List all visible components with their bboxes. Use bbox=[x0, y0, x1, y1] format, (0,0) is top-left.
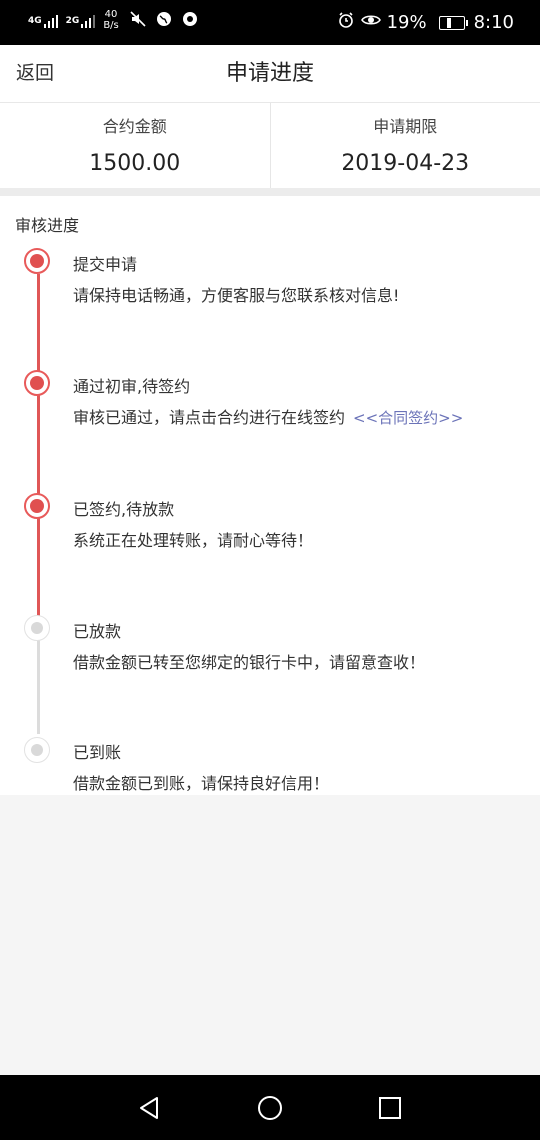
step-1-desc: 请保持电话畅通，方便客服与您联系核对信息! bbox=[73, 286, 400, 305]
step-2-desc: 审核已通过，请点击合约进行在线签约 bbox=[73, 408, 346, 427]
network-type-1: 4G bbox=[28, 16, 42, 26]
step-2-desc-row: 审核已通过，请点击合约进行在线签约 <<合同签约>> bbox=[73, 404, 463, 428]
network-speed: 40 B/s bbox=[103, 9, 118, 31]
amount-cell: 合约金额 1500.00 bbox=[0, 103, 270, 188]
step-5-pending-icon bbox=[24, 737, 50, 763]
review-progress: 审核进度 提交申请 请保持电话畅通，方便客服与您联系核对信息! 通过初审,待签约… bbox=[0, 196, 540, 795]
battery-percent: 19% bbox=[386, 12, 427, 33]
step-3-desc: 系统正在处理转账，请耐心等待！ bbox=[73, 531, 314, 550]
app-notification-icon bbox=[181, 10, 199, 32]
step-4-title: 已放款 bbox=[73, 622, 122, 641]
contract-sign-link[interactable]: <<合同签约>> bbox=[353, 409, 463, 427]
step-1-done-icon bbox=[24, 248, 50, 274]
step-4-desc: 借款金额已转至您绑定的银行卡中，请留意查收！ bbox=[73, 653, 426, 672]
network-speed-value: 40 bbox=[104, 9, 118, 20]
status-right: 19% 8:10 bbox=[331, 11, 514, 34]
recents-nav-icon[interactable] bbox=[375, 1093, 405, 1123]
eye-comfort-icon bbox=[360, 11, 381, 34]
page-title: 申请进度 bbox=[225, 61, 314, 86]
step-5-desc: 借款金额已到账，请保持良好信用！ bbox=[73, 774, 330, 793]
status-left: 4G 2G 40 B/s bbox=[28, 9, 207, 32]
clock: 8:10 bbox=[473, 12, 514, 33]
contract-summary: 合约金额 1500.00 申请期限 2019-04-23 bbox=[0, 103, 540, 188]
section-divider bbox=[0, 188, 540, 196]
back-nav-icon[interactable] bbox=[135, 1093, 165, 1123]
step-4-pending-icon bbox=[24, 615, 50, 641]
signal-icon-2 bbox=[81, 14, 96, 28]
timeline-track-completed bbox=[37, 274, 40, 618]
term-cell: 申请期限 2019-04-23 bbox=[269, 103, 540, 188]
home-nav-icon[interactable] bbox=[255, 1093, 285, 1123]
app-header: 返回 申请进度 bbox=[0, 45, 540, 103]
section-title: 审核进度 bbox=[15, 216, 80, 235]
step-3-title: 已签约,待放款 bbox=[73, 500, 175, 519]
signal-icon bbox=[43, 14, 58, 28]
step-1-title: 提交申请 bbox=[73, 255, 138, 274]
network-speed-unit: B/s bbox=[103, 20, 119, 31]
step-3-done-icon bbox=[24, 493, 50, 519]
step-2-done-icon bbox=[24, 370, 50, 396]
globe-icon bbox=[155, 10, 173, 32]
system-nav-bar bbox=[0, 1075, 540, 1140]
amount-label: 合约金额 bbox=[102, 117, 167, 136]
alarm-icon bbox=[337, 11, 355, 34]
mute-icon bbox=[129, 10, 147, 32]
amount-value: 1500.00 bbox=[89, 151, 181, 176]
step-2-title: 通过初审,待签约 bbox=[73, 377, 191, 396]
step-5-title: 已到账 bbox=[73, 743, 122, 762]
term-label: 申请期限 bbox=[373, 117, 438, 136]
battery-icon bbox=[433, 15, 468, 30]
status-bar: 4G 2G 40 B/s 19% 8:10 bbox=[0, 0, 540, 45]
term-value: 2019-04-23 bbox=[341, 151, 470, 176]
network-type-2: 2G bbox=[65, 16, 80, 26]
